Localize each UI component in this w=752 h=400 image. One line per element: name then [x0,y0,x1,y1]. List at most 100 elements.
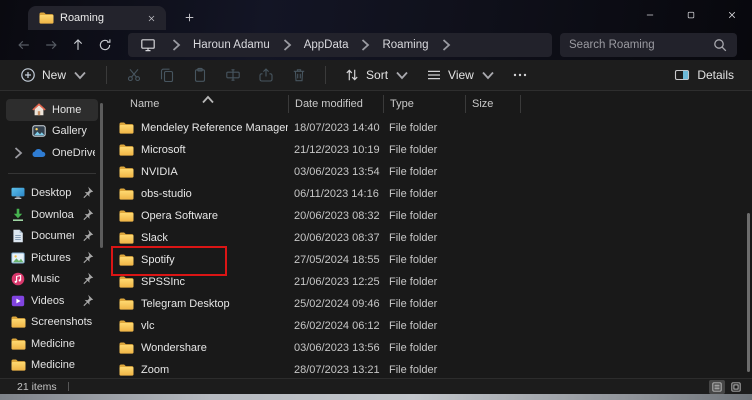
folder-icon [118,252,134,268]
share-button[interactable] [249,62,282,88]
arrow-up-icon [71,38,85,52]
view-button-label: View [448,68,474,82]
breadcrumb-item-haroun-adamu[interactable]: Haroun Adamu [191,37,272,53]
file-date-modified: 03/06/2023 13:56 [294,342,380,354]
sort-button[interactable]: Sort [336,63,418,87]
breadcrumb-item-appdata[interactable]: AppData [302,37,351,53]
file-list-scrollbar[interactable] [747,213,750,372]
file-name-cell: Wondershare [108,340,288,356]
file-name: Opera Software [141,210,219,222]
file-row-spotify[interactable]: Spotify 27/05/2024 18:55 File folder [108,246,752,276]
file-row-vlc[interactable]: vlc 26/02/2024 06:12 File folder [108,315,752,337]
tab-close-button[interactable] [143,10,159,26]
column-header-size[interactable]: Size [465,95,520,113]
column-header-date-modified[interactable]: Date modified [288,95,383,113]
maximize-button[interactable] [670,0,711,30]
file-row-wondershare[interactable]: Wondershare 03/06/2023 13:56 File folder [108,337,752,359]
up-button[interactable] [64,33,91,57]
videos-icon [10,293,26,309]
file-row-spssinc[interactable]: SPSSInc 21/06/2023 12:25 File folder [108,271,752,293]
search-input[interactable] [569,39,712,51]
pin-icon [79,207,95,223]
view-button[interactable]: View [418,63,504,87]
arrow-forward-icon [44,38,58,52]
pin-icon [79,228,95,244]
folder-icon [10,314,26,330]
file-name-cell: Opera Software [108,208,288,224]
sidebar-item-videos[interactable]: Videos [6,290,98,312]
refresh-button[interactable] [91,33,118,57]
file-type: File folder [389,188,438,200]
search-box[interactable] [560,33,737,57]
tab-title: Roaming [60,12,105,24]
copy-button[interactable] [150,62,183,88]
file-row-slack[interactable]: Slack 20/06/2023 08:37 File folder [108,227,752,249]
titlebar[interactable]: Roaming [0,0,752,30]
status-divider [67,382,69,391]
search-icon [712,37,728,53]
sidebar-item-label: Documents [31,230,74,243]
folder-icon [118,230,134,246]
explorer-tab-roaming[interactable]: Roaming [28,6,166,30]
file-row-microsoft[interactable]: Microsoft 21/12/2023 10:19 File folder [108,139,752,161]
file-row-obs-studio[interactable]: obs-studio 06/11/2023 14:16 File folder [108,183,752,205]
file-row-opera-software[interactable]: Opera Software 20/06/2023 08:32 File folde… [108,205,752,227]
breadcrumb-item-roaming[interactable]: Roaming [380,37,430,53]
paste-button[interactable] [183,62,216,88]
file-row-mendeley-reference-manager[interactable]: Mendeley Reference Manager 18/07/2023 14:… [108,117,752,139]
forward-button[interactable] [37,33,64,57]
file-name: Spotify [141,254,175,266]
file-name-cell: Zoom [108,362,288,378]
file-name: Zoom [141,364,170,376]
maximize-icon [686,10,696,20]
file-row-nvidia[interactable]: NVIDIA 03/06/2023 13:54 File folder [108,161,752,183]
sidebar-scrollbar[interactable] [100,103,103,248]
sidebar-item-gallery[interactable]: Gallery [6,121,98,143]
file-row-zoom[interactable]: Zoom 28/07/2023 13:21 File folder [108,359,752,381]
file-name: obs-studio [141,188,192,200]
delete-button[interactable] [282,62,315,88]
breadcrumb[interactable]: Haroun Adamu AppData Roaming [128,33,552,57]
rename-button[interactable] [216,62,249,88]
expand-chevron-icon[interactable] [10,145,26,161]
cut-button[interactable] [117,62,150,88]
large-icons-view-toggle[interactable] [728,380,744,394]
back-button[interactable] [10,33,37,57]
minimize-button[interactable] [629,0,670,30]
address-bar: Haroun Adamu AppData Roaming [0,30,752,60]
file-row-telegram-desktop[interactable]: Telegram Desktop 25/02/2024 09:46 File fol… [108,293,752,315]
copy-icon [159,67,175,83]
sidebar-item-screenshots[interactable]: Screenshots [6,312,98,334]
sidebar-item-medicine[interactable]: Medicine [6,333,98,355]
new-tab-button[interactable] [181,9,197,25]
sidebar-item-label: OneDrive - Perso [52,146,95,159]
close-button[interactable] [711,0,752,30]
desktop-icon [10,185,26,201]
sidebar-item-desktop[interactable]: Desktop [6,183,98,205]
sidebar-item-downloads[interactable]: Downloads [6,204,98,226]
sidebar-item-music[interactable]: Music [6,269,98,291]
column-header-name[interactable]: Name [108,95,288,113]
details-view-toggle[interactable] [709,379,725,394]
sidebar-item-home[interactable]: Home [6,99,98,121]
sidebar-item-onedrive-perso[interactable]: OneDrive - Perso [6,142,98,164]
sidebar-item-label: Medicine [31,337,76,350]
more-options-button[interactable] [504,62,537,88]
file-list: Name Date modified Type Size Mendeley Re… [108,91,752,378]
file-name-cell: Spotify [108,252,288,268]
details-pane-button[interactable]: Details [668,63,740,87]
column-header-type[interactable]: Type [383,95,465,113]
chevron-down-icon [72,67,88,83]
sidebar-item-documents[interactable]: Documents [6,226,98,248]
sidebar-item-medicine[interactable]: Medicine [6,355,98,377]
file-type: File folder [389,166,438,178]
sort-button-label: Sort [366,68,389,82]
pin-icon [79,293,95,309]
column-headers: Name Date modified Type Size [108,91,752,117]
toolbar-divider [325,66,327,84]
file-name-cell: vlc [108,318,288,334]
new-button[interactable]: New [12,63,96,87]
sidebar-item-pictures[interactable]: Pictures [6,247,98,269]
onedrive-icon [31,145,47,161]
item-count: 21 items [17,380,57,393]
